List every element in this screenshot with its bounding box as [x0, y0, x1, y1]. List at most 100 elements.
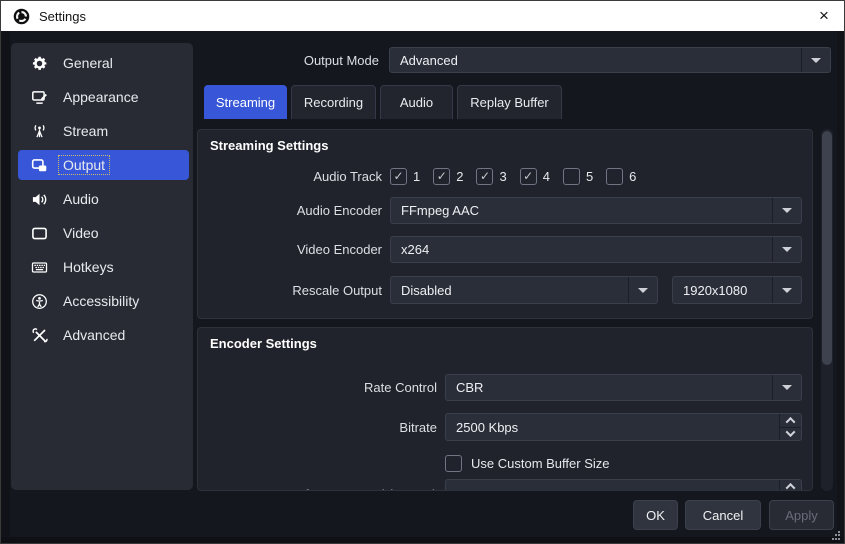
window-title: Settings — [39, 9, 86, 24]
group-title: Encoder Settings — [210, 336, 317, 351]
chevron-down-icon[interactable] — [801, 48, 830, 72]
sidebar-item-label: Stream — [58, 121, 113, 141]
rescale-resolution-select[interactable]: 1920x1080 — [672, 276, 802, 304]
checkmark-icon: ✓ — [523, 170, 533, 182]
window-edge-right — [837, 31, 845, 544]
sidebar-item-stream[interactable]: Stream — [18, 116, 189, 146]
scrollbar-thumb[interactable] — [822, 131, 832, 365]
checkbox-label: 1 — [413, 169, 420, 184]
output-icon — [31, 157, 48, 174]
chevron-down-icon[interactable] — [772, 277, 801, 303]
chevron-up-icon — [786, 417, 796, 427]
video-encoder-row: Video Encoder — [198, 236, 382, 263]
encoder-settings-group: Encoder Settings Rate Control CBR Bitrat… — [197, 327, 813, 491]
window-edge-left — [1, 31, 10, 544]
audio-encoder-select[interactable]: FFmpeg AAC — [390, 197, 802, 224]
video-encoder-label: Video Encoder — [198, 242, 382, 257]
tab-recording[interactable]: Recording — [291, 85, 376, 119]
audio-encoder-row: Audio Encoder — [198, 197, 382, 224]
chevron-down-icon[interactable] — [772, 237, 801, 262]
checkmark-icon: ✓ — [480, 170, 490, 182]
tab-label: Audio — [400, 95, 433, 110]
chevron-down-icon[interactable] — [628, 277, 657, 303]
audio-track-6-checkbox[interactable]: ✓6 — [606, 168, 636, 185]
apply-button[interactable]: Apply — [769, 500, 834, 530]
checkbox: ✓ — [476, 168, 493, 185]
keyframe-interval-label: Keyframe Interval (0=auto) — [198, 487, 437, 492]
sidebar-item-hotkeys[interactable]: Hotkeys — [18, 252, 189, 282]
audio-track-2-checkbox[interactable]: ✓2 — [433, 168, 463, 185]
checkmark-icon: ✓ — [437, 170, 447, 182]
rate-control-select[interactable]: CBR — [445, 374, 802, 401]
checkbox: ✓ — [563, 168, 580, 185]
tab-label: Replay Buffer — [470, 95, 549, 110]
spinner-up-button[interactable] — [780, 480, 801, 491]
audio-track-1-checkbox[interactable]: ✓1 — [390, 168, 420, 185]
checkbox-label: 6 — [629, 169, 636, 184]
checkbox-label: 2 — [456, 169, 463, 184]
audio-encoder-value: FFmpeg AAC — [391, 203, 772, 218]
rate-control-label: Rate Control — [198, 380, 437, 395]
audio-track-5-checkbox[interactable]: ✓5 — [563, 168, 593, 185]
sidebar-item-advanced[interactable]: Advanced — [18, 320, 189, 350]
checkbox: ✓ — [606, 168, 623, 185]
tab-label: Streaming — [216, 95, 275, 110]
sidebar-item-output[interactable]: Output — [18, 150, 189, 180]
close-icon[interactable]: × — [802, 1, 845, 31]
gear-icon — [31, 55, 48, 72]
checkmark-icon: ✓ — [393, 170, 403, 182]
chevron-down-icon[interactable] — [772, 375, 801, 400]
checkbox-label: 3 — [499, 169, 506, 184]
spinner-down-button[interactable] — [780, 428, 801, 441]
video-encoder-value: x264 — [391, 242, 772, 257]
bitrate-input[interactable]: 2500 Kbps — [445, 413, 802, 441]
output-mode-select[interactable]: Advanced — [389, 47, 831, 73]
sidebar-item-general[interactable]: General — [18, 48, 189, 78]
sidebar-item-label: General — [58, 53, 118, 73]
sidebar-item-appearance[interactable]: Appearance — [18, 82, 189, 112]
sidebar-item-audio[interactable]: Audio — [18, 184, 189, 214]
streaming-settings-group: Streaming Settings Audio Track ✓1 ✓2 ✓3 … — [197, 129, 813, 319]
checkbox: ✓ — [445, 455, 462, 472]
resize-grip-icon[interactable] — [831, 531, 841, 541]
bitrate-value: 2500 Kbps — [446, 414, 779, 440]
tab-replay-buffer[interactable]: Replay Buffer — [457, 85, 562, 119]
display-icon — [31, 225, 48, 242]
cancel-button[interactable]: Cancel — [685, 500, 761, 530]
sidebar-item-video[interactable]: Video — [18, 218, 189, 248]
audio-track-4-checkbox[interactable]: ✓4 — [520, 168, 550, 185]
sidebar-item-label: Video — [58, 223, 104, 243]
obs-logo-icon — [13, 8, 30, 25]
sidebar-item-accessibility[interactable]: Accessibility — [18, 286, 189, 316]
ok-button[interactable]: OK — [633, 500, 678, 530]
keyframe-interval-input[interactable] — [445, 479, 802, 491]
audio-track-3-checkbox[interactable]: ✓3 — [476, 168, 506, 185]
custom-buffer-row: ✓ Use Custom Buffer Size — [445, 454, 609, 472]
spinner-up-button[interactable] — [780, 414, 801, 428]
keyframe-interval-value — [446, 480, 779, 491]
group-title: Streaming Settings — [210, 138, 328, 153]
rescale-output-row: Rescale Output — [198, 276, 382, 304]
broadcast-icon — [31, 123, 48, 140]
tab-audio[interactable]: Audio — [380, 85, 453, 119]
title-bar[interactable]: Settings × — [1, 1, 845, 31]
checkbox: ✓ — [433, 168, 450, 185]
rescale-output-label: Rescale Output — [198, 283, 382, 298]
vertical-scrollbar[interactable] — [821, 129, 833, 491]
chevron-down-icon — [786, 427, 796, 437]
tab-streaming[interactable]: Streaming — [204, 85, 287, 119]
sidebar-item-label: Hotkeys — [58, 257, 119, 277]
bitrate-label: Bitrate — [198, 420, 437, 435]
chevron-down-icon[interactable] — [772, 198, 801, 223]
keyboard-icon — [31, 259, 48, 276]
settings-window: Settings × General Appearance Stream — [0, 0, 845, 544]
rescale-output-value: Disabled — [391, 283, 628, 298]
rate-control-row: Rate Control — [198, 374, 437, 401]
tools-icon — [31, 327, 48, 344]
window-edge-bottom — [1, 537, 845, 544]
video-encoder-select[interactable]: x264 — [390, 236, 802, 263]
custom-buffer-checkbox[interactable]: ✓ Use Custom Buffer Size — [445, 455, 609, 472]
rescale-output-select[interactable]: Disabled — [390, 276, 658, 304]
tab-label: Recording — [304, 95, 363, 110]
audio-track-label: Audio Track — [198, 169, 382, 184]
